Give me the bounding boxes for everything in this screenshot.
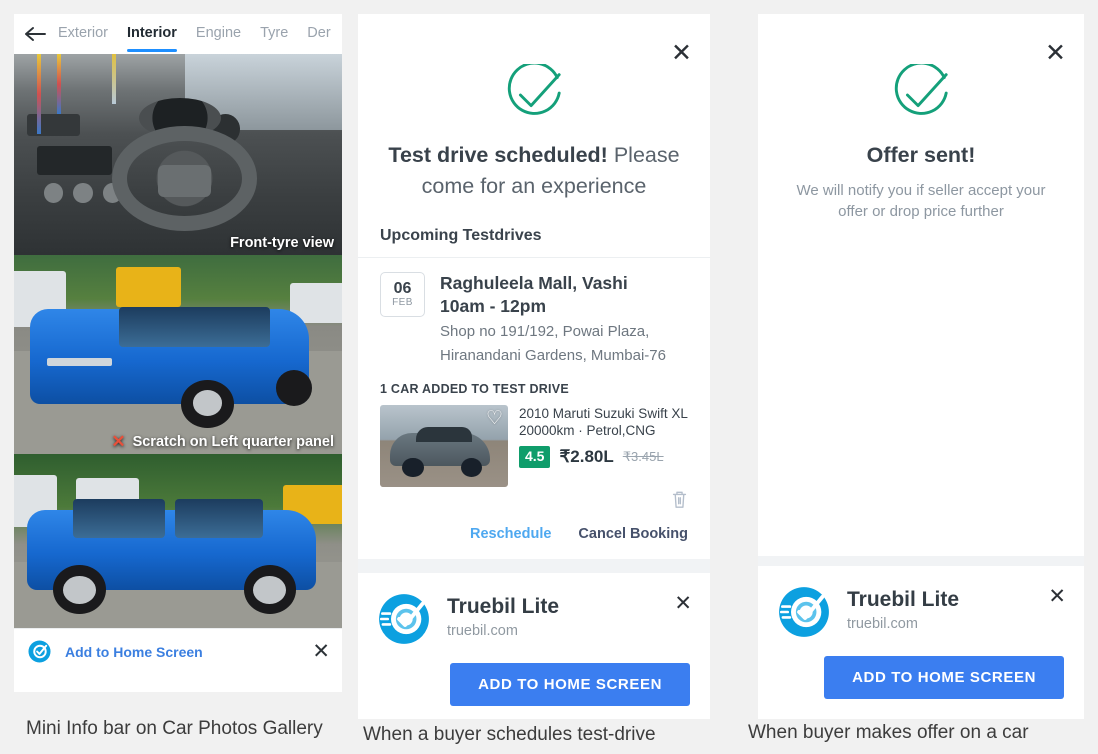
- install-button-wrap: ADD TO HOME SCREEN: [778, 638, 1064, 719]
- offer-heading: Offer sent!: [780, 140, 1062, 171]
- car-price: ₹2.80L: [559, 446, 614, 466]
- booking-venue: Raghuleela Mall, Vashi: [440, 273, 628, 294]
- car-card[interactable]: ♡ 2010 Maruti Suzuki Swift XLI... 20000k…: [358, 396, 710, 488]
- booking-date-month: FEB: [392, 297, 413, 309]
- offer-dialog-body: Offer sent! We will notify you if seller…: [758, 14, 1084, 223]
- app-url: truebil.com: [847, 616, 918, 633]
- add-to-home-screen-button[interactable]: ADD TO HOME SCREEN: [450, 663, 690, 707]
- screenshot-stage: Exterior Interior Engine Tyre Der Front-…: [0, 0, 1098, 754]
- photo-label: Front-tyre view: [230, 235, 334, 251]
- panel-gap: [358, 559, 710, 574]
- offer-heading-text: Offer sent!: [866, 143, 976, 167]
- offer-subtext-line1: We will notify you if seller accept your: [796, 181, 1046, 199]
- booking-details: Raghuleela Mall, Vashi 10am - 12pm Shop …: [440, 272, 666, 366]
- tab-dent[interactable]: Der: [307, 25, 330, 43]
- heart-outline-icon[interactable]: ♡: [486, 409, 503, 428]
- offer-subtext-line2: offer or drop price further: [838, 203, 1004, 221]
- heading-bold: Test drive scheduled!: [388, 143, 608, 167]
- minibar-label: Add to Home Screen: [65, 643, 203, 660]
- test-drive-heading: Test drive scheduled! Please come for an…: [380, 140, 688, 201]
- booking-address-line1: Shop no 191/192, Powai Plaza,: [440, 323, 650, 341]
- gallery-photo-front[interactable]: ✕ Scratch on Left quarter panel: [14, 255, 342, 454]
- truebil-logo-icon: [28, 640, 51, 663]
- booking-row: 06 FEB Raghuleela Mall, Vashi 10am - 12p…: [358, 258, 710, 366]
- car-info: 2010 Maruti Suzuki Swift XLI... 20000km …: [508, 405, 688, 487]
- gallery-photo-interior[interactable]: Front-tyre view: [14, 54, 342, 255]
- car-photo-gallery-panel: Exterior Interior Engine Tyre Der Front-…: [14, 14, 342, 692]
- install-banner-top: Truebil Lite truebil.com: [778, 586, 1064, 638]
- caption-offer: When buyer makes offer on a car: [748, 722, 1029, 743]
- offer-sent-dialog-panel: ✕ Offer sent! We will notify you if sell…: [758, 14, 1084, 719]
- upcoming-testdrives-title: Upcoming Testdrives: [380, 227, 542, 245]
- tab-label: Engine: [195, 25, 242, 41]
- booking-date-day: 06: [393, 279, 412, 297]
- tab-tyre[interactable]: Tyre: [260, 25, 288, 43]
- close-icon[interactable]: ✕: [312, 641, 330, 662]
- defect-x-icon: ✕: [111, 432, 126, 451]
- test-drive-dialog-body: Test drive scheduled! Please come for an…: [358, 14, 710, 245]
- car-price-row: 4.5 ₹2.80L ₹3.45L: [519, 446, 688, 468]
- install-banner: ✕ Truebil Lite truebil.com ADD TO HOME S…: [358, 573, 710, 719]
- reschedule-link[interactable]: Reschedule: [470, 526, 551, 542]
- truebil-logo-icon: [379, 594, 429, 645]
- booking-actions: Reschedule Cancel Booking: [358, 510, 710, 559]
- install-button-wrap: ADD TO HOME SCREEN: [378, 645, 690, 719]
- install-banner: ✕ Truebil Lite truebil.com ADD TO HOME S…: [758, 566, 1084, 719]
- success-check-icon: [380, 64, 688, 126]
- photo-label-text: Front-tyre view: [230, 235, 334, 251]
- tab-engine[interactable]: Engine: [196, 25, 241, 43]
- install-banner-text: Truebil Lite truebil.com: [447, 593, 559, 639]
- app-name: Truebil Lite: [447, 595, 560, 619]
- install-banner-top: Truebil Lite truebil.com: [378, 593, 690, 645]
- tab-interior[interactable]: Interior: [126, 25, 177, 52]
- gallery-tabbar: Exterior Interior Engine Tyre Der: [14, 14, 342, 54]
- back-arrow-icon[interactable]: [22, 22, 50, 46]
- car-thumbnail[interactable]: ♡: [380, 405, 508, 488]
- caption-gallery: Mini Info bar on Car Photos Gallery: [26, 718, 323, 739]
- offer-banner-wrap: ✕ Truebil Lite truebil.com ADD TO HOME S…: [758, 556, 1084, 719]
- truebil-logo-icon: [779, 587, 829, 637]
- panel-gap: [758, 556, 1084, 566]
- app-url: truebil.com: [447, 623, 518, 640]
- test-drive-dialog-panel: ✕ Test drive scheduled! Please come for …: [358, 14, 710, 719]
- close-icon[interactable]: ✕: [671, 41, 692, 66]
- tab-exterior[interactable]: Exterior: [58, 25, 108, 43]
- cars-added-header: 1 CAR ADDED TO TEST DRIVE: [380, 382, 569, 397]
- rating-badge: 4.5: [519, 446, 551, 468]
- close-icon[interactable]: ✕: [674, 593, 692, 614]
- close-icon[interactable]: ✕: [1048, 586, 1066, 607]
- app-name: Truebil Lite: [847, 588, 960, 611]
- booking-time: 10am - 12pm: [440, 296, 547, 317]
- close-icon[interactable]: ✕: [1045, 41, 1066, 66]
- photo-label-text: Scratch on Left quarter panel: [132, 433, 334, 450]
- car-specs: 20000km · Petrol,CNG: [519, 423, 656, 439]
- gallery-photo-side[interactable]: [14, 454, 342, 628]
- booking-address-line2: Hiranandani Gardens, Mumbai-76: [440, 347, 666, 365]
- add-to-home-screen-minibar[interactable]: Add to Home Screen ✕: [14, 628, 342, 674]
- car-title: 2010 Maruti Suzuki Swift XLI...: [519, 406, 688, 422]
- caption-testdrive: When a buyer schedules test-drive: [363, 724, 656, 745]
- tab-label: Der: [307, 25, 331, 41]
- tab-label: Tyre: [260, 25, 289, 41]
- car-remove-row: [358, 487, 710, 510]
- tab-label: Interior: [126, 25, 177, 41]
- booking-date-chip: 06 FEB: [380, 272, 425, 318]
- tab-label: Exterior: [58, 25, 108, 41]
- cancel-booking-link[interactable]: Cancel Booking: [578, 526, 688, 542]
- trash-icon[interactable]: [671, 489, 688, 510]
- add-to-home-screen-button[interactable]: ADD TO HOME SCREEN: [824, 656, 1064, 699]
- install-banner-text: Truebil Lite truebil.com: [847, 586, 959, 632]
- photo-label: ✕ Scratch on Left quarter panel: [111, 433, 334, 450]
- success-check-icon: [780, 64, 1062, 126]
- car-price-original: ₹3.45L: [622, 448, 664, 464]
